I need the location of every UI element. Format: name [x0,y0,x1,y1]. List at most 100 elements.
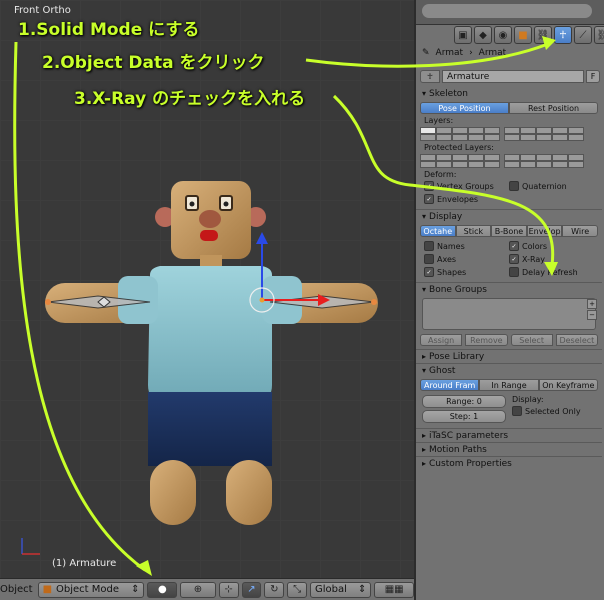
in-range-button[interactable]: In Range [479,379,539,391]
scroll-bar[interactable] [422,4,592,18]
itasc-panel-header[interactable]: iTaSC parameters [416,429,602,442]
xray-label: X-Ray [522,254,545,264]
pin-icon[interactable]: ✎ [422,48,430,58]
object-data-tab[interactable]: ☥ [554,26,572,44]
octahedral-button[interactable]: Octahe [420,225,456,237]
cube-icon: ■ [42,584,53,595]
armature-datablock-icon[interactable]: ☥ [420,70,440,83]
properties-tabs: ▣ ◆ ◉ ■ ⛓ ☥ ⟋ ⛓ [454,26,604,44]
motion-paths-panel: Motion Paths [416,442,602,456]
on-keyframe-button[interactable]: On Keyframe [538,379,598,391]
pose-library-panel-header[interactable]: Pose Library [416,350,602,363]
remove-icon[interactable]: − [587,310,597,320]
cube-icon: ■ [518,29,528,41]
bone-groups-panel-header[interactable]: Bone Groups [416,283,602,296]
bone-tab[interactable]: ⟋ [574,26,592,44]
pose-position-button[interactable]: Pose Position [420,102,509,114]
rotate-manipulator[interactable]: ↻ [264,581,285,598]
layer-block-left[interactable] [420,127,500,141]
manipulator-toggle[interactable]: ⊹ [218,581,239,598]
left-pupil [189,201,195,207]
pivot-point-button[interactable]: ⊕ [180,581,216,598]
ghost-panel: Ghost Around Fram In Range On Keyframe R… [416,363,602,425]
protected-layers-label: Protected Layers: [424,143,494,152]
layers-grid-panel[interactable] [420,127,598,141]
remove-button[interactable]: Remove [465,334,508,346]
wire-button[interactable]: Wire [562,225,598,237]
envelope-button[interactable]: Envelop [526,225,563,237]
delay-refresh-checkbox[interactable]: Delay Refresh [509,267,594,277]
protected-block-left[interactable] [420,154,500,168]
colors-checkbox[interactable]: ✓ Colors [509,241,594,251]
ghost-panel-header[interactable]: Ghost [416,364,602,377]
range-field[interactable]: Range: 0 [422,395,506,408]
manipulator-center-dot[interactable] [259,297,265,303]
viewport-shading-button[interactable]: ● [147,581,178,598]
protected-layers-grid[interactable] [420,154,598,168]
breadcrumb-item-0: Armat [435,48,464,58]
selected-only-checkbox[interactable]: Selected Only [512,406,581,416]
add-icon[interactable]: + [587,299,597,309]
custom-properties-panel-header[interactable]: Custom Properties [416,457,602,470]
constraints-tab[interactable]: ⛓ [534,26,552,44]
vertex-groups-checkbox[interactable]: ✓ Vertex Groups [424,181,509,191]
ghost-display-label: Display: [512,395,544,404]
around-frame-button[interactable]: Around Fram [420,379,480,391]
manipulator-y-arrow[interactable] [256,232,268,244]
scene-icon: ◆ [479,29,487,41]
object-tab[interactable]: ■ [514,26,532,44]
mode-dropdown[interactable]: ■ Object Mode ⇕ [37,581,145,598]
checkbox-icon [509,267,519,277]
chevron-right-icon: › [469,48,473,58]
scale-manipulator[interactable]: ⤡ [287,581,307,598]
names-checkbox[interactable]: Names [424,241,509,251]
solid-sphere-icon: ● [157,584,167,595]
object-menu-label[interactable]: Object [0,584,33,595]
axes-checkbox[interactable]: Axes [424,254,509,264]
rest-position-button[interactable]: Rest Position [509,102,598,114]
layer-block-right[interactable] [504,127,584,141]
bone-joint-left[interactable] [45,299,51,305]
camera-icon: ▣ [458,29,468,41]
bbone-button[interactable]: B-Bone [491,225,527,237]
orientation-dropdown-label: Global [314,584,347,595]
shapes-checkbox[interactable]: ✓ Shapes [424,267,509,277]
display-panel-header[interactable]: Display [416,210,602,223]
orientation-dropdown[interactable]: Global ⇕ [309,581,372,598]
skeleton-panel-header[interactable]: Skeleton [416,87,602,100]
translate-manipulator[interactable]: ↗ [241,581,262,598]
protected-block-right[interactable] [504,154,584,168]
axes-label: Axes [437,254,457,264]
breadcrumb: ✎ Armat › Armat [422,48,506,58]
scene-tab[interactable]: ◆ [474,26,492,44]
rotate-icon: ↻ [270,584,279,595]
assign-button[interactable]: Assign [420,334,463,346]
bone-constraints-tab[interactable]: ⛓ [594,26,604,44]
stick-button[interactable]: Stick [455,225,492,237]
xray-checkbox[interactable]: ✓ X-Ray [509,254,594,264]
bone-groups-list[interactable]: + − [422,298,597,330]
motion-paths-panel-header[interactable]: Motion Paths [416,443,602,456]
render-tab[interactable]: ▣ [454,26,472,44]
ghost-type-selector: Around Fram In Range On Keyframe [420,379,598,391]
armature-name-field[interactable]: Armature [442,70,584,83]
select-button[interactable]: Select [510,334,553,346]
checkbox-icon [424,241,434,251]
world-tab[interactable]: ◉ [494,26,512,44]
display-options: Names ✓ Colors Axes ✓ X-Ray ✓ Shapes Delay … [416,239,602,279]
updown-icon: ⇕ [358,584,367,595]
step-field[interactable]: Step: 1 [422,410,506,423]
annotation-step2: 2.Object Data をクリック [42,53,265,73]
bone-icon: ⟋ [579,29,587,41]
bone-joint-right[interactable] [371,299,377,305]
envelopes-checkbox[interactable]: ✓ Envelopes [424,194,509,204]
fake-user-button[interactable]: F [586,70,600,83]
itasc-panel: iTaSC parameters [416,428,602,442]
deselect-button[interactable]: Deselect [555,334,598,346]
armature-icon: ☥ [559,29,567,41]
annotation-step1: 1.Solid Mode にする [18,20,200,40]
layers-grid[interactable]: ▦▦ [374,581,414,598]
quaternion-checkbox[interactable]: Quaternion [509,181,594,191]
left-leg [150,460,196,525]
right-leg [226,460,272,525]
